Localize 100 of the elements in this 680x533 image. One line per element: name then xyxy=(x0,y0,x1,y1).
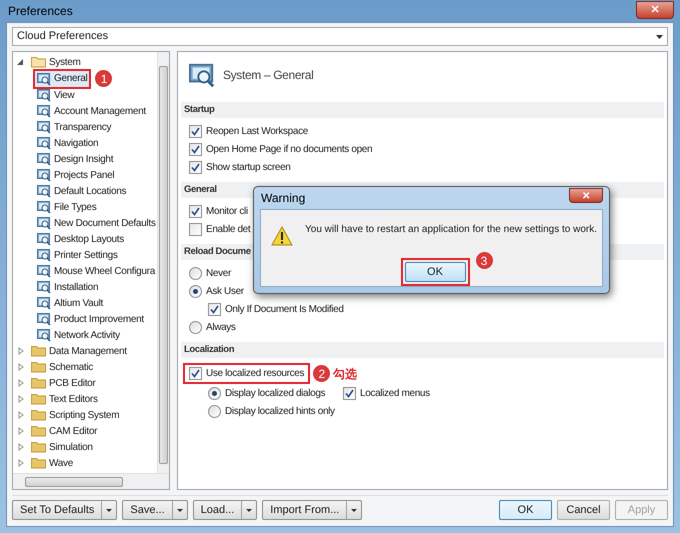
tree-item[interactable]: Installation xyxy=(35,279,100,295)
tree-item[interactable]: Navigation xyxy=(35,135,100,151)
expand-arrow-icon[interactable] xyxy=(17,347,25,355)
collapse-arrow-icon[interactable] xyxy=(17,58,25,66)
radio-button[interactable] xyxy=(208,405,221,418)
dialog-button[interactable]: Cancel xyxy=(557,500,610,520)
option-label: Only If Document Is Modified xyxy=(225,303,344,317)
option-label: Display localized hints only xyxy=(225,405,335,419)
checkbox[interactable] xyxy=(189,143,202,156)
monitor-magnifier-icon xyxy=(37,184,51,198)
monitor-magnifier-icon xyxy=(37,88,51,102)
monitor-magnifier-icon xyxy=(37,296,51,310)
option-label: Enable det xyxy=(206,223,250,237)
expand-arrow-icon[interactable] xyxy=(17,459,25,467)
expand-arrow-icon[interactable] xyxy=(17,411,25,419)
monitor-magnifier-icon xyxy=(37,248,51,262)
monitor-magnifier-icon xyxy=(37,120,51,134)
radio-button[interactable] xyxy=(189,285,202,298)
expand-arrow-icon[interactable] xyxy=(17,395,25,403)
monitor-magnifier-icon xyxy=(37,136,51,150)
tree-item[interactable]: File Types xyxy=(35,199,98,215)
monitor-magnifier-icon xyxy=(189,62,215,88)
tree-item[interactable]: System xyxy=(29,54,83,70)
annotation-note: 勾选 xyxy=(333,366,356,382)
callout-badge: 2 xyxy=(313,365,330,382)
checkbox[interactable] xyxy=(208,303,221,316)
tree-item[interactable]: Wave xyxy=(29,455,75,471)
folder-icon xyxy=(31,361,46,373)
tree-item[interactable]: Mouse Wheel Configura xyxy=(35,263,157,279)
radio-button[interactable] xyxy=(208,387,221,400)
callout-badge: 1 xyxy=(95,70,112,87)
caret-icon xyxy=(246,508,252,512)
tree-item[interactable]: Projects Panel xyxy=(35,167,116,183)
option-label: Always xyxy=(206,321,236,335)
option-label: Show startup screen xyxy=(206,161,291,175)
expand-arrow-icon[interactable] xyxy=(17,379,25,387)
monitor-magnifier-icon xyxy=(37,216,51,230)
tree-item[interactable]: General xyxy=(35,70,90,86)
tree-item[interactable]: Product Improvement xyxy=(35,311,146,327)
tree-item[interactable]: Default Locations xyxy=(35,183,128,199)
option-label: Localized menus xyxy=(360,387,430,401)
radio-button[interactable] xyxy=(189,267,202,280)
tree-item[interactable]: Printer Settings xyxy=(35,247,120,263)
tree-item[interactable]: View xyxy=(35,87,76,103)
radio-button[interactable] xyxy=(189,321,202,334)
caret-icon xyxy=(106,508,112,512)
tree-item[interactable]: Altium Vault xyxy=(35,295,106,311)
folder-icon xyxy=(31,345,46,357)
expand-arrow-icon[interactable] xyxy=(17,443,25,451)
folder-icon xyxy=(31,425,46,437)
checkbox[interactable] xyxy=(189,125,202,138)
monitor-magnifier-icon xyxy=(37,152,51,166)
folder-icon xyxy=(31,393,46,405)
monitor-magnifier-icon xyxy=(37,232,51,246)
monitor-magnifier-icon xyxy=(37,168,51,182)
callout-badge: 3 xyxy=(476,252,492,269)
tree-item[interactable]: Schematic xyxy=(29,359,95,375)
dialog-button[interactable]: OK xyxy=(499,500,552,520)
split-button[interactable]: Save... xyxy=(122,500,188,520)
monitor-magnifier-icon xyxy=(37,72,51,86)
checkbox[interactable] xyxy=(189,161,202,174)
tree-item[interactable]: Scripting System xyxy=(29,407,122,423)
folder-icon xyxy=(31,409,46,421)
split-button[interactable]: Import From... xyxy=(262,500,362,520)
window-title: Preferences xyxy=(8,3,73,20)
tree-item[interactable]: Text Editors xyxy=(29,391,100,407)
split-button[interactable]: Load... xyxy=(192,500,258,520)
caret-icon xyxy=(176,508,183,512)
option-label: Ask User xyxy=(206,285,244,299)
folder-icon xyxy=(31,56,46,68)
tree-item[interactable]: PCB Editor xyxy=(29,375,98,391)
option-label: Never xyxy=(206,267,231,281)
tree-item[interactable]: Account Management xyxy=(35,103,148,119)
tree-item[interactable]: Desktop Layouts xyxy=(35,231,126,247)
tree-item[interactable]: Data Management xyxy=(29,343,129,359)
tree-item[interactable]: New Document Defaults xyxy=(35,215,158,231)
option-label: Display localized dialogs xyxy=(225,387,326,401)
tree-item[interactable]: Simulation xyxy=(29,439,95,455)
tree-item[interactable]: Design Insight xyxy=(35,151,116,167)
monitor-magnifier-icon xyxy=(37,328,51,342)
profile-dropdown[interactable]: Cloud Preferences xyxy=(12,27,668,46)
horizontal-scrollbar[interactable] xyxy=(13,473,169,489)
monitor-magnifier-icon xyxy=(37,264,51,278)
checkbox[interactable] xyxy=(343,387,356,400)
option-label: Use localized resources xyxy=(206,367,304,381)
ok-button[interactable]: OK xyxy=(404,262,466,282)
expand-arrow-icon[interactable] xyxy=(17,363,25,371)
checkbox[interactable] xyxy=(189,223,202,236)
option-label: Open Home Page if no documents open xyxy=(206,143,372,157)
monitor-magnifier-icon xyxy=(37,104,51,118)
checkbox[interactable] xyxy=(189,367,202,380)
expand-arrow-icon[interactable] xyxy=(17,427,25,435)
tree-item[interactable]: CAM Editor xyxy=(29,423,100,439)
section-header: Startup xyxy=(181,102,664,118)
split-button[interactable]: Set To Defaults xyxy=(12,500,118,520)
option-label: Monitor cli xyxy=(206,205,248,219)
tree-item[interactable]: Network Activity xyxy=(35,327,122,343)
vertical-scrollbar[interactable] xyxy=(157,52,169,473)
checkbox[interactable] xyxy=(189,205,202,218)
tree-item[interactable]: Transparency xyxy=(35,119,114,135)
